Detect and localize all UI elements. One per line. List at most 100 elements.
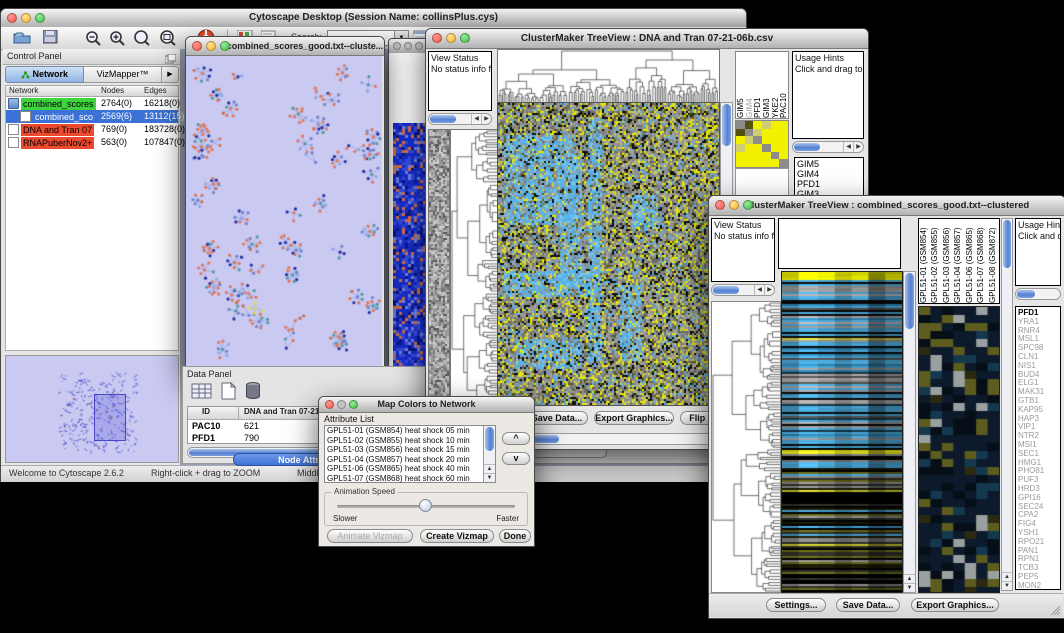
matrix-cell[interactable] (762, 129, 771, 137)
move-up-button[interactable]: ^ (502, 432, 530, 445)
gene-label[interactable]: GIM5 (797, 159, 861, 169)
zoom-vscrollbar[interactable]: ▲ ▼ (1001, 218, 1013, 591)
zoom-selected-icon[interactable] (159, 30, 177, 51)
treeview-dna-titlebar[interactable]: ClusterMaker TreeView : DNA and Tran 07-… (426, 29, 868, 49)
matrix-cell[interactable] (736, 152, 745, 160)
matrix-cell[interactable] (753, 121, 762, 129)
network-row[interactable]: combined_scores2764(0)16218(0) (6, 97, 178, 110)
save-icon[interactable] (43, 30, 58, 49)
scroll-left-icon[interactable]: ◀ (843, 142, 853, 152)
hscroll-thumb[interactable] (1017, 290, 1035, 298)
tab-network[interactable]: Network (5, 66, 84, 83)
matrix-cell[interactable] (745, 159, 754, 167)
hscroll-thumb[interactable] (794, 143, 820, 151)
network-view-canvas[interactable] (186, 56, 382, 370)
scroll-down-icon[interactable]: ▼ (1002, 581, 1012, 590)
heatmap-zoom-view[interactable] (918, 306, 1000, 593)
network-overview-panel[interactable] (5, 355, 179, 463)
matrix-cell[interactable] (753, 152, 762, 160)
gene-label[interactable]: MON2 (1018, 582, 1058, 590)
zoom-fit-icon[interactable] (133, 30, 151, 51)
network-view-titlebar[interactable]: combined_scores_good.txt--cluste... (186, 37, 384, 56)
zoom-in-icon[interactable] (109, 30, 126, 51)
attribute-item[interactable]: GPL51-07 (GSM868) heat shock 60 min (327, 474, 481, 484)
matrix-cell[interactable] (745, 121, 754, 129)
export-graphics-button[interactable]: Export Graphics... (911, 598, 999, 612)
col-id[interactable]: ID (202, 407, 210, 416)
minimize-button[interactable] (404, 42, 412, 50)
close-button[interactable] (393, 42, 401, 50)
animate-vizmap-button[interactable]: Animate Vizmap (327, 529, 413, 543)
treeview-combined-titlebar[interactable]: ClusterMaker TreeView : combined_scores_… (709, 196, 1064, 216)
column-dendrogram-area[interactable] (778, 218, 901, 269)
delete-attribute-icon[interactable] (245, 381, 261, 405)
vscroll-thumb[interactable] (722, 104, 731, 146)
vscroll-thumb[interactable] (905, 273, 914, 329)
create-vizmap-button[interactable]: Create Vizmap (420, 529, 494, 543)
row-dendrogram[interactable] (711, 301, 781, 593)
new-attribute-icon[interactable] (221, 382, 237, 405)
heatmap-global-view[interactable] (497, 102, 720, 406)
matrix-cell[interactable] (753, 136, 762, 144)
scroll-down-icon[interactable]: ▼ (484, 473, 495, 482)
matrix-cell[interactable] (736, 121, 745, 129)
zoom-button[interactable] (349, 400, 358, 409)
scroll-up-icon[interactable]: ▲ (904, 574, 915, 583)
matrix-cell[interactable] (779, 129, 788, 137)
scroll-up-icon[interactable]: ▲ (1002, 572, 1012, 581)
matrix-cell[interactable] (745, 152, 754, 160)
open-folder-icon[interactable] (13, 30, 31, 49)
matrix-cell[interactable] (771, 129, 780, 137)
matrix-cell[interactable] (736, 136, 745, 144)
close-button[interactable] (432, 33, 442, 43)
minimize-button[interactable] (337, 400, 346, 409)
minimize-button[interactable] (729, 200, 739, 210)
heatmap-vscrollbar[interactable]: ▲ ▼ (903, 271, 916, 593)
row-dendrogram[interactable] (450, 129, 498, 407)
minimize-button[interactable] (21, 13, 31, 23)
close-button[interactable] (715, 200, 725, 210)
network-name[interactable]: combined_sco (33, 111, 95, 123)
matrix-cell[interactable] (779, 121, 788, 129)
table-icon[interactable] (191, 382, 213, 405)
network-row[interactable]: DNA and Tran 07769(0)183728(0) (6, 123, 178, 136)
matrix-cell[interactable] (745, 136, 754, 144)
move-down-button[interactable]: v (502, 452, 530, 465)
zoom-button[interactable] (743, 200, 753, 210)
matrix-cell[interactable] (779, 152, 788, 160)
col-nodes[interactable]: Nodes (101, 86, 124, 95)
zoom-button[interactable] (220, 41, 230, 51)
zoom-button[interactable] (415, 42, 423, 50)
scroll-down-icon[interactable]: ▼ (904, 583, 915, 592)
save-data-button[interactable]: Save Data... (526, 411, 588, 425)
matrix-cell[interactable] (753, 144, 762, 152)
network-name[interactable]: RNAPuberNov2+ (21, 137, 94, 149)
matrix-cell[interactable] (771, 152, 780, 160)
overview-viewport-rect[interactable] (94, 394, 126, 441)
matrix-cell[interactable] (771, 136, 780, 144)
correlation-matrix[interactable] (735, 120, 789, 168)
matrix-cell[interactable] (771, 121, 780, 129)
matrix-cell[interactable] (779, 159, 788, 167)
matrix-cell[interactable] (745, 144, 754, 152)
gene-label[interactable]: GIM4 (797, 169, 861, 179)
scroll-right-icon[interactable]: ▶ (853, 142, 863, 152)
minimize-button[interactable] (446, 33, 456, 43)
attribute-item[interactable]: GPL51-03 (GSM856) heat shock 15 min (327, 445, 481, 455)
close-button[interactable] (192, 41, 202, 51)
attribute-list-scrollbar[interactable]: ▲ ▼ (483, 426, 495, 482)
matrix-cell[interactable] (762, 144, 771, 152)
close-button[interactable] (7, 13, 17, 23)
vscroll-thumb[interactable] (1003, 220, 1011, 268)
matrix-cell[interactable] (762, 136, 771, 144)
matrix-cell[interactable] (753, 129, 762, 137)
usage-hints-scrollbar[interactable]: ◀ ▶ (792, 141, 864, 153)
zoom-out-icon[interactable] (85, 30, 102, 51)
done-button[interactable]: Done (499, 529, 531, 543)
scroll-left-icon[interactable]: ◀ (754, 285, 764, 295)
scroll-left-icon[interactable]: ◀ (471, 114, 481, 124)
network-row[interactable]: RNAPuberNov2+563(0)107847(0) (6, 136, 178, 149)
matrix-cell[interactable] (736, 159, 745, 167)
speed-slider-thumb[interactable] (419, 499, 432, 512)
network-row[interactable]: combined_sco2569(6)13112(15) (6, 110, 178, 123)
